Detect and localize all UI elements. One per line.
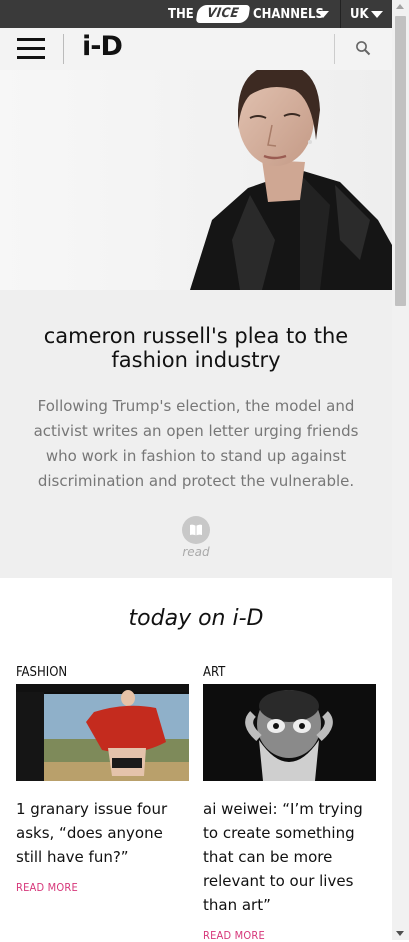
hero-image[interactable] — [0, 70, 392, 290]
caret-down-icon[interactable] — [371, 11, 383, 18]
divider — [334, 34, 335, 64]
featured-article-card[interactable]: cameron russell's plea to the fashion in… — [0, 290, 392, 578]
read-label[interactable]: read — [166, 545, 226, 559]
page-scrollbar[interactable] — [392, 0, 409, 940]
article-thumbnail[interactable] — [203, 684, 376, 781]
article-teaser[interactable]: ART ai weiwei: “I’m trying to create som… — [203, 664, 376, 942]
article-headline[interactable]: ai weiwei: “I’m trying to create somethi… — [203, 797, 376, 917]
article-headline[interactable]: 1 granary issue four asks, “does anyone … — [16, 797, 189, 869]
scrollbar-thumb[interactable] — [395, 16, 406, 306]
book-icon[interactable] — [182, 516, 210, 544]
article-thumbnail[interactable] — [16, 684, 189, 781]
divider — [63, 34, 64, 64]
scroll-up-arrow-icon[interactable] — [396, 4, 404, 9]
search-icon[interactable] — [355, 40, 371, 56]
the-label: THE — [168, 7, 194, 22]
divider — [340, 0, 341, 28]
vice-logo[interactable]: VICE — [195, 5, 251, 23]
hamburger-icon[interactable] — [17, 38, 45, 60]
read-more-link[interactable]: READ MORE — [203, 929, 376, 942]
region-selector[interactable]: UK — [350, 7, 369, 22]
read-more-link[interactable]: READ MORE — [16, 881, 189, 894]
category-label[interactable]: FASHION — [16, 664, 189, 684]
article-teaser[interactable]: FASHION 1 granary issue four asks, “does… — [16, 664, 189, 894]
site-header: i-D — [0, 28, 392, 71]
category-label[interactable]: ART — [203, 664, 376, 684]
article-description: Following Trump's election, the model an… — [33, 397, 359, 490]
channels-menu-button[interactable]: CHANNELS — [253, 7, 324, 22]
scroll-down-arrow-icon[interactable] — [396, 931, 404, 936]
caret-down-icon[interactable] — [317, 11, 329, 18]
vice-channels-bar: THE VICE CHANNELS UK — [0, 0, 392, 28]
site-logo[interactable]: i-D — [82, 31, 123, 62]
section-heading: today on i-D — [128, 606, 264, 631]
article-title[interactable]: cameron russell's plea to the fashion in… — [20, 324, 372, 372]
